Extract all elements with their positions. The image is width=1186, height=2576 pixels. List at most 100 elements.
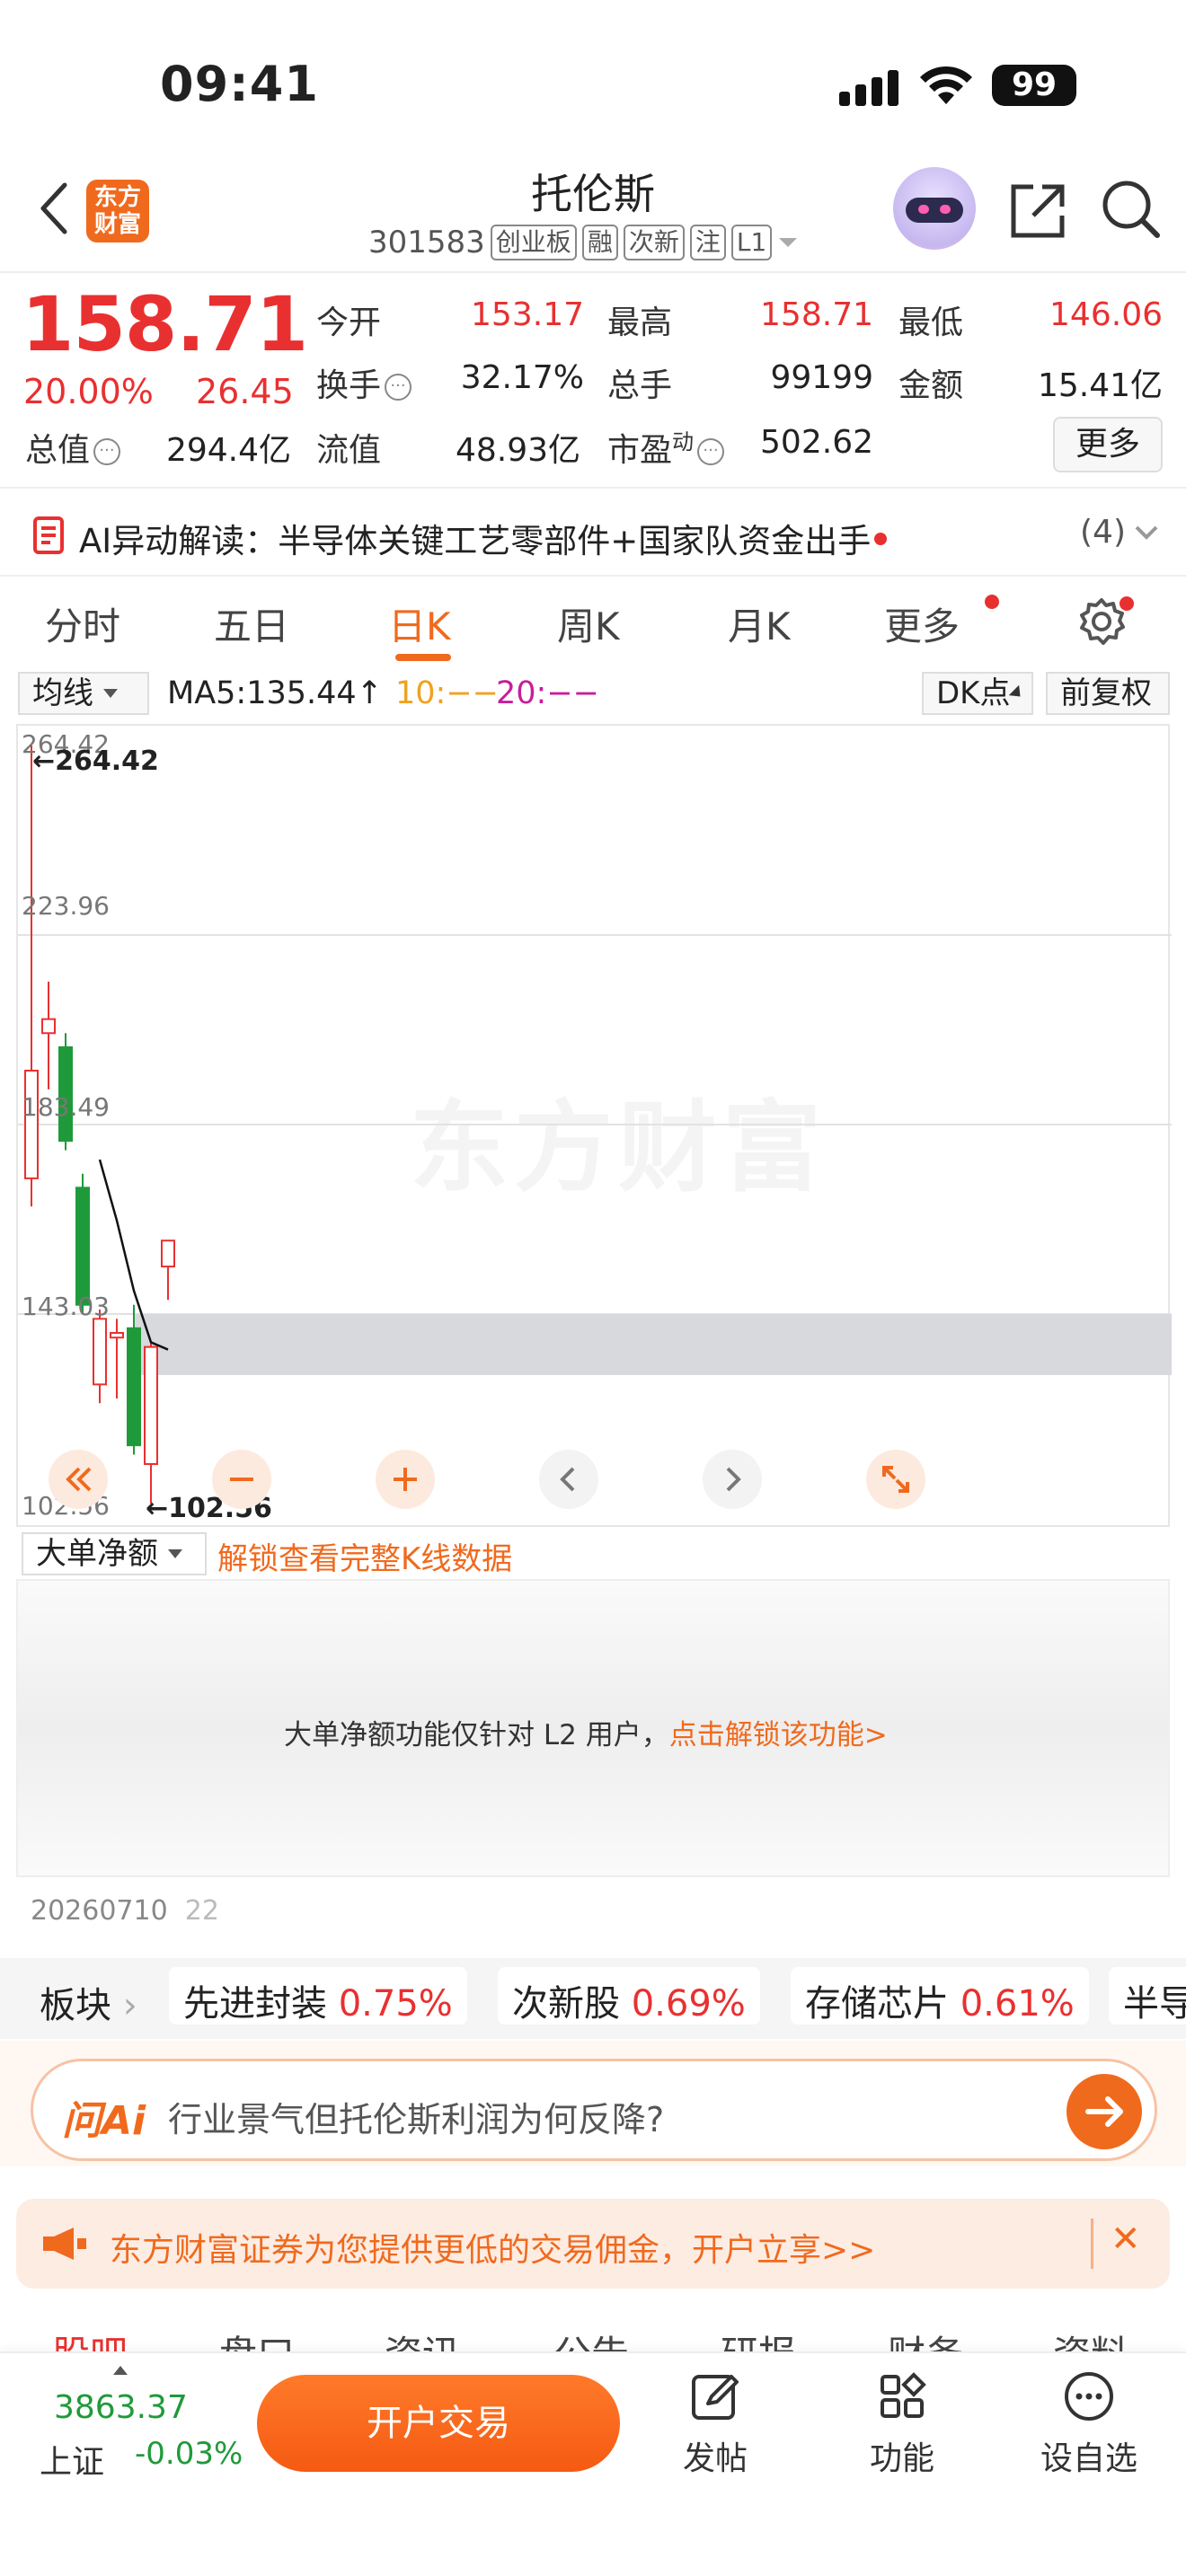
info-icon[interactable]: ···	[385, 374, 412, 401]
amount-label: 金额	[898, 367, 964, 404]
candle-body	[127, 1327, 141, 1447]
fullscreen-button[interactable]	[866, 1450, 925, 1509]
tab-more[interactable]: 更多	[884, 596, 960, 651]
low-label: 最低	[898, 304, 964, 341]
tab-monthly-k[interactable]: 月K	[728, 596, 791, 651]
tab-guba[interactable]: 股吧	[52, 2325, 128, 2353]
chevron-down-icon[interactable]	[1134, 525, 1159, 541]
scroll-right-button[interactable]	[703, 1450, 762, 1509]
minus-icon	[230, 1478, 253, 1481]
tag-level: L1	[730, 225, 773, 260]
volume-value: 99199	[770, 359, 873, 396]
pe-label: 市盈动 ···	[607, 424, 725, 471]
search-icon[interactable]	[1100, 178, 1163, 241]
scroll-left-button[interactable]	[539, 1450, 598, 1509]
big-order-section: 大单净额 解锁查看完整K线数据 大单净额功能仅针对 L2 用户，点击解锁该功能>…	[16, 1527, 1170, 1927]
wifi-icon	[920, 66, 972, 104]
candle-body	[144, 1345, 158, 1465]
turnover-label: 换手 ···	[316, 359, 412, 406]
share-icon[interactable]	[1006, 180, 1069, 243]
unlock-feature-link[interactable]: 点击解锁该功能>	[669, 1719, 888, 1751]
ask-ai-input[interactable]: 问Ai 行业景气但托伦斯利润为何反降?	[31, 2059, 1157, 2161]
last-price: 158.71	[22, 280, 308, 368]
zoom-in-button[interactable]	[376, 1450, 435, 1509]
tab-intraday[interactable]: 分时	[45, 596, 120, 651]
tab-research[interactable]: 研报	[721, 2325, 796, 2353]
close-icon[interactable]: ✕	[1111, 2219, 1141, 2260]
change-amount: 26.45	[196, 372, 294, 411]
zoom-out-button[interactable]	[212, 1450, 271, 1509]
caret-down-icon[interactable]	[777, 235, 799, 250]
eastmoney-logo: 东方 财富	[86, 180, 149, 243]
ai-assistant-avatar[interactable]	[893, 167, 976, 250]
ask-ai-send-button[interactable]	[1067, 2074, 1142, 2149]
open-label: 今开	[316, 304, 382, 341]
more-button[interactable]: 更多	[1053, 417, 1163, 472]
tag-margin: 融	[581, 225, 618, 260]
nav-functions[interactable]: 功能	[830, 2369, 974, 2479]
tab-profile[interactable]: 资料	[1053, 2325, 1128, 2353]
tab-finance[interactable]: 财务	[888, 2325, 963, 2353]
tab-news[interactable]: 资讯	[385, 2325, 460, 2353]
indicator-bar: 均线 MA5:135.44↑ 10:−− 20:−− DK点 前复权	[0, 668, 1186, 722]
tab-five-day[interactable]: 五日	[214, 596, 289, 651]
float-cap-label: 流值	[316, 432, 382, 469]
axis-label-3: 183.49	[22, 1092, 110, 1122]
expand-icon	[882, 1466, 909, 1493]
volume-label: 总手	[607, 367, 673, 404]
dk-point-select[interactable]: DK点	[922, 672, 1033, 715]
index-name: 上证	[40, 2444, 105, 2481]
kline-chart[interactable]: 东方财富 264.42 223.96 183.49 143.03 102.56 …	[16, 724, 1172, 1527]
high-marker-label: ←264.42	[32, 745, 159, 777]
turnover-value: 32.17%	[460, 359, 584, 396]
info-icon[interactable]: ···	[697, 438, 725, 465]
promo-text: 东方财富证券为您提供更低的交易佣金，开户立享>>	[110, 2232, 876, 2269]
info-icon[interactable]: ···	[93, 438, 121, 465]
ma-indicator-select[interactable]: 均线	[18, 672, 149, 715]
sector-pill[interactable]: 先进封装 0.75%	[169, 1967, 467, 2025]
unlock-kline-link[interactable]: 解锁查看完整K线数据	[217, 1534, 512, 1578]
caret-up-icon	[113, 2366, 128, 2375]
low-value: 146.06	[1049, 296, 1163, 333]
settings-dot	[1120, 596, 1134, 611]
promo-banner[interactable]: 东方财富证券为您提供更低的交易佣金，开户立享>> ✕	[16, 2199, 1170, 2289]
ask-ai-question: 行业景气但托伦斯利润为何反降?	[168, 2100, 665, 2139]
active-tab-indicator	[395, 654, 451, 661]
big-order-indicator-select[interactable]: 大单净额	[22, 1532, 207, 1575]
bottom-tabs: 股吧 盘口 资讯 公告 研报 财务 资料	[0, 2317, 1186, 2353]
cellular-signal-icon	[839, 70, 898, 106]
sector-pill[interactable]: 次新股 0.69%	[498, 1967, 760, 2025]
divider	[1091, 2219, 1093, 2269]
stock-subtitle: 301583 创业板 融 次新 注 L1	[368, 225, 799, 260]
pe-value: 502.62	[760, 424, 873, 461]
ai-insight-banner[interactable]: AI异动解读：半导体关键工艺零部件+国家队资金出手 (4)	[0, 487, 1186, 577]
nav-add-watchlist[interactable]: 设自选	[1017, 2369, 1161, 2479]
stock-code: 301583	[368, 225, 485, 260]
sector-pill[interactable]: 存储芯片 0.61%	[791, 1967, 1089, 2025]
sector-pill[interactable]: 半导	[1109, 1967, 1186, 2025]
tab-announcements[interactable]: 公告	[553, 2325, 629, 2353]
candle-body	[75, 1187, 90, 1306]
market-cap-value: 294.4亿	[165, 432, 291, 469]
status-bar: 09:41 99	[0, 0, 1186, 162]
double-chevron-left-icon	[66, 1467, 92, 1492]
tag-registration: 注	[689, 225, 726, 260]
tab-weekly-k[interactable]: 周K	[557, 596, 620, 651]
nav-post[interactable]: 发帖	[643, 2369, 787, 2479]
tab-pankou[interactable]: 盘口	[219, 2325, 295, 2353]
scroll-left-fast-button[interactable]	[49, 1450, 108, 1509]
candle-body	[110, 1331, 124, 1339]
tab-daily-k[interactable]: 日K	[388, 596, 451, 651]
grid-icon	[881, 2372, 926, 2418]
index-value[interactable]: 3863.37	[54, 2389, 188, 2426]
lock-message: 大单净额功能仅针对 L2 用户，点击解锁该功能>	[284, 1719, 888, 1751]
quote-panel: 158.71 20.00% 26.45 今开 153.17 最高 158.71 …	[0, 271, 1186, 487]
sector-label[interactable]: 板块 ›	[40, 1976, 137, 2028]
edit-icon	[692, 2375, 739, 2420]
adjust-select[interactable]: 前复权	[1046, 672, 1170, 715]
chevron-left-icon	[560, 1467, 575, 1492]
open-trade-button[interactable]: 开户交易	[257, 2375, 620, 2472]
market-cap-label: 总值 ···	[25, 424, 121, 471]
back-chevron-icon[interactable]	[36, 181, 72, 235]
candle-body	[24, 1069, 39, 1179]
